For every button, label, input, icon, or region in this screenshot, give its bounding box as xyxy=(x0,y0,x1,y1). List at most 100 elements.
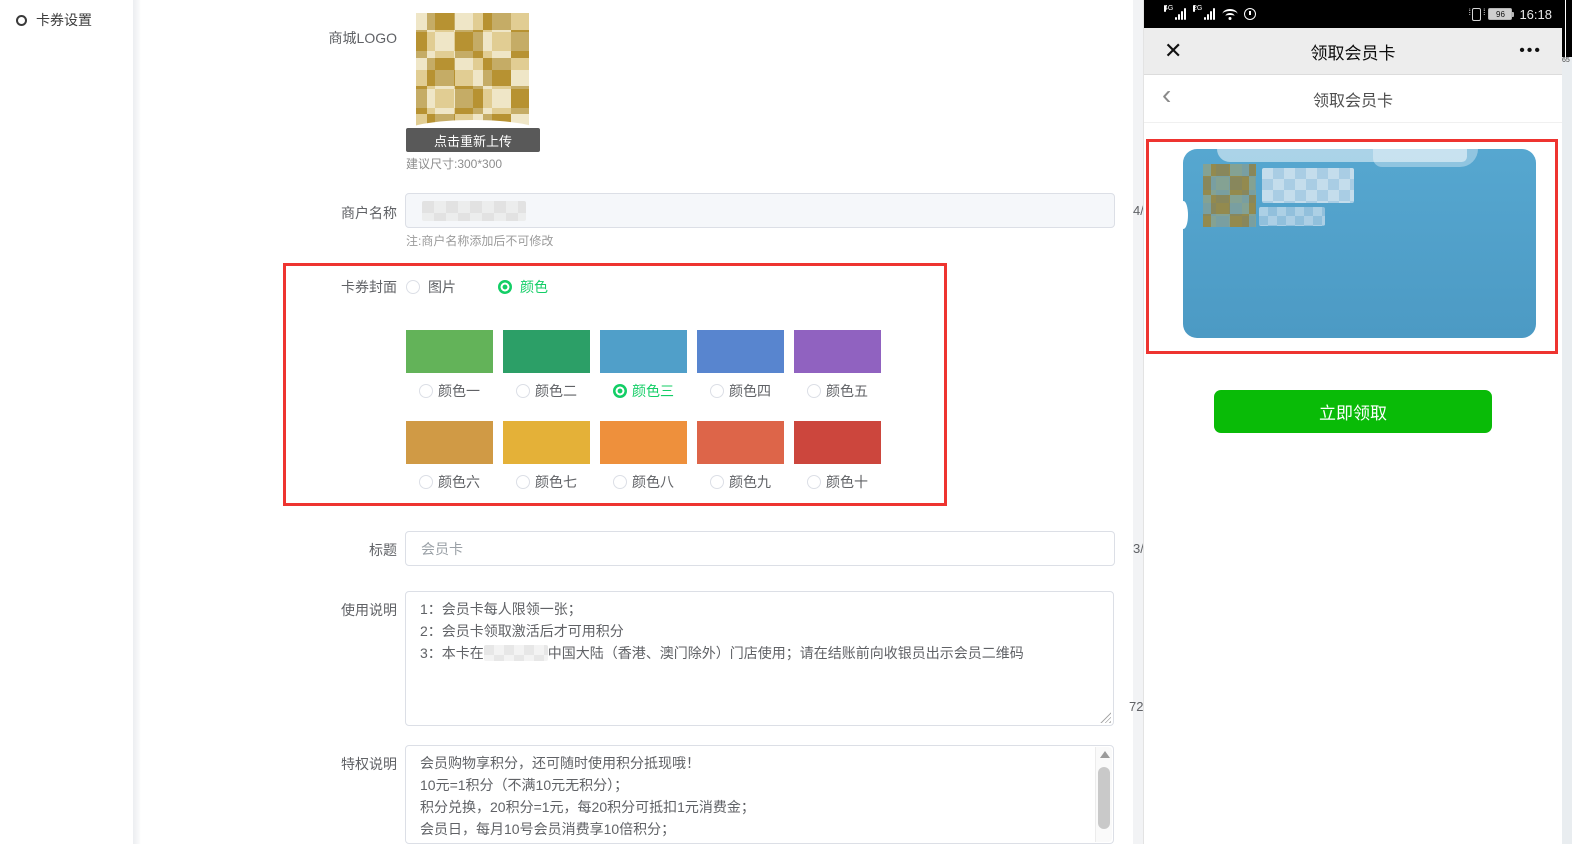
vibrate-icon xyxy=(1472,8,1481,21)
resize-grip-icon[interactable] xyxy=(1100,712,1111,723)
card-notch xyxy=(1179,201,1188,229)
signal-icon-4g: 4G xyxy=(1164,8,1186,20)
logo-size-hint: 建议尺寸:300*300 xyxy=(406,155,502,172)
radio-icon[interactable] xyxy=(419,384,433,398)
color-option-label: 颜色九 xyxy=(729,472,771,492)
scroll-up-icon[interactable] xyxy=(1100,751,1110,758)
merchant-name-note: 注:商户名称添加后不可修改 xyxy=(406,232,553,249)
scroll-thumb[interactable] xyxy=(1098,767,1110,829)
reupload-button[interactable]: 点击重新上传 xyxy=(406,128,540,152)
wechat-nav-bar: 领取会员卡 ✕ ••• xyxy=(1144,28,1562,75)
more-icon[interactable]: ••• xyxy=(1519,42,1542,60)
card-settings-form: 商城LOGO 点击重新上传 建议尺寸:300*300 商户名称 注:商户名称添加… xyxy=(141,0,1133,844)
sidebar-item-label: 卡券设置 xyxy=(36,10,92,30)
radio-icon[interactable] xyxy=(613,384,627,398)
color-option-颜色四[interactable]: 颜色四 xyxy=(697,381,784,401)
merchant-name-label: 商户名称 xyxy=(277,203,397,223)
battery-icon: 96 xyxy=(1488,8,1512,20)
privilege-line: 生日礼，会员生日月首单消费享20倍积分； xyxy=(420,840,1083,844)
cover-option-color[interactable]: 颜色 xyxy=(520,277,548,297)
privilege-label: 特权说明 xyxy=(277,754,397,774)
color-swatch-颜色三[interactable] xyxy=(600,330,687,373)
color-swatch-颜色七[interactable] xyxy=(503,421,590,464)
radio-icon[interactable] xyxy=(710,475,724,489)
sidebar-item-card-settings[interactable]: 卡券设置 xyxy=(16,10,92,30)
usage-line: 1：会员卡每人限领一张； xyxy=(420,598,1099,620)
color-option-label: 颜色四 xyxy=(729,381,771,401)
color-option-颜色七[interactable]: 颜色七 xyxy=(503,472,590,492)
usage-label: 使用说明 xyxy=(277,600,397,620)
color-option-颜色三[interactable]: 颜色三 xyxy=(600,381,687,401)
edge-tiny-text: 65 xyxy=(1562,57,1570,64)
textarea-scrollbar[interactable] xyxy=(1095,747,1112,842)
edge-dark-strip xyxy=(1562,0,1572,57)
privilege-textarea[interactable]: 会员购物享积分，还可随时使用积分抵现哦！10元=1积分（不满10元无积分）；积分… xyxy=(405,745,1114,844)
radio-icon[interactable] xyxy=(613,475,627,489)
radio-icon[interactable] xyxy=(807,384,821,398)
merchant-name-value-blurred xyxy=(422,201,526,221)
color-swatch-颜色五[interactable] xyxy=(794,330,881,373)
color-label-row-1: 颜色一 颜色二 颜色三 颜色四 颜色五 xyxy=(406,381,881,401)
logo-label: 商城LOGO xyxy=(277,28,397,48)
wifi-icon xyxy=(1222,9,1237,20)
status-right-icons: 96 16:18 xyxy=(1472,7,1552,22)
color-swatch-row-1 xyxy=(406,330,881,373)
radio-icon[interactable] xyxy=(419,475,433,489)
mobile-preview-panel: 4G 2G 96 16:18 领取会员卡 ✕ ••• ‹ xyxy=(1143,0,1562,844)
card-title-blurred xyxy=(1259,207,1325,226)
phone-status-bar: 4G 2G 96 16:18 xyxy=(1144,0,1562,28)
edge-white-line xyxy=(1565,0,1566,57)
card-gloss xyxy=(1373,149,1478,167)
radio-icon-color[interactable] xyxy=(498,280,512,294)
color-swatch-颜色六[interactable] xyxy=(406,421,493,464)
color-option-颜色九[interactable]: 颜色九 xyxy=(697,472,784,492)
card-merchant-name-blurred xyxy=(1262,168,1354,203)
radio-icon-image[interactable] xyxy=(406,280,420,294)
logo-uploader[interactable]: 点击重新上传 xyxy=(406,10,540,152)
redacted-text-blur xyxy=(484,645,548,661)
signal-icon-2g: 2G xyxy=(1193,8,1215,20)
color-swatch-颜色十[interactable] xyxy=(794,421,881,464)
privilege-line: 积分兑换，20积分=1元，每20积分可抵扣1元消费金； xyxy=(420,796,1083,818)
color-option-颜色十[interactable]: 颜色十 xyxy=(794,472,881,492)
page-scrollbar[interactable] xyxy=(1133,0,1143,844)
radio-icon[interactable] xyxy=(710,384,724,398)
cover-option-image[interactable]: 图片 xyxy=(428,277,456,297)
color-option-label: 颜色七 xyxy=(535,472,577,492)
title-label: 标题 xyxy=(277,540,397,560)
page-sub-header: ‹ 领取会员卡 xyxy=(1144,75,1562,123)
page-title: 领取会员卡 xyxy=(1144,87,1562,111)
usage-textarea[interactable]: 1：会员卡每人限领一张；2：会员卡领取激活后才可用积分3：本卡在中国大陆（香港、… xyxy=(405,591,1114,726)
color-option-颜色六[interactable]: 颜色六 xyxy=(406,472,493,492)
color-swatch-颜色四[interactable] xyxy=(697,330,784,373)
screen: 卡券设置 商城LOGO 点击重新上传 建议尺寸:300*300 商户名称 注:商… xyxy=(0,0,1572,844)
cover-label: 卡券封面 xyxy=(277,277,397,297)
color-option-颜色五[interactable]: 颜色五 xyxy=(794,381,881,401)
radio-icon[interactable] xyxy=(516,384,530,398)
color-swatch-颜色九[interactable] xyxy=(697,421,784,464)
color-option-label: 颜色二 xyxy=(535,381,577,401)
color-option-label: 颜色三 xyxy=(632,381,674,401)
color-swatch-颜色八[interactable] xyxy=(600,421,687,464)
privilege-line: 会员日，每月10号会员消费享10倍积分； xyxy=(420,818,1083,840)
radio-icon[interactable] xyxy=(807,475,821,489)
claim-now-button[interactable]: 立即领取 xyxy=(1214,390,1492,433)
usage-line: 3：本卡在中国大陆（香港、澳门除外）门店使用；请在结账前向收银员出示会员二维码 xyxy=(420,642,1099,664)
radio-icon[interactable] xyxy=(516,475,530,489)
color-label-row-2: 颜色六 颜色七 颜色八 颜色九 颜色十 xyxy=(406,472,881,492)
color-option-颜色二[interactable]: 颜色二 xyxy=(503,381,590,401)
color-option-label: 颜色一 xyxy=(438,381,480,401)
card-logo-blurred xyxy=(1203,164,1256,227)
color-swatch-颜色一[interactable] xyxy=(406,330,493,373)
color-option-label: 颜色六 xyxy=(438,472,480,492)
color-swatch-颜色二[interactable] xyxy=(503,330,590,373)
color-swatch-row-2 xyxy=(406,421,881,464)
title-input[interactable] xyxy=(405,531,1115,566)
merchant-name-input[interactable] xyxy=(405,193,1115,228)
privilege-line: 10元=1积分（不满10元无积分）； xyxy=(420,774,1083,796)
right-edge-sliver: 65 xyxy=(1562,0,1572,844)
color-option-颜色八[interactable]: 颜色八 xyxy=(600,472,687,492)
color-option-label: 颜色十 xyxy=(826,472,868,492)
status-left-icons: 4G 2G xyxy=(1164,8,1256,20)
color-option-颜色一[interactable]: 颜色一 xyxy=(406,381,493,401)
